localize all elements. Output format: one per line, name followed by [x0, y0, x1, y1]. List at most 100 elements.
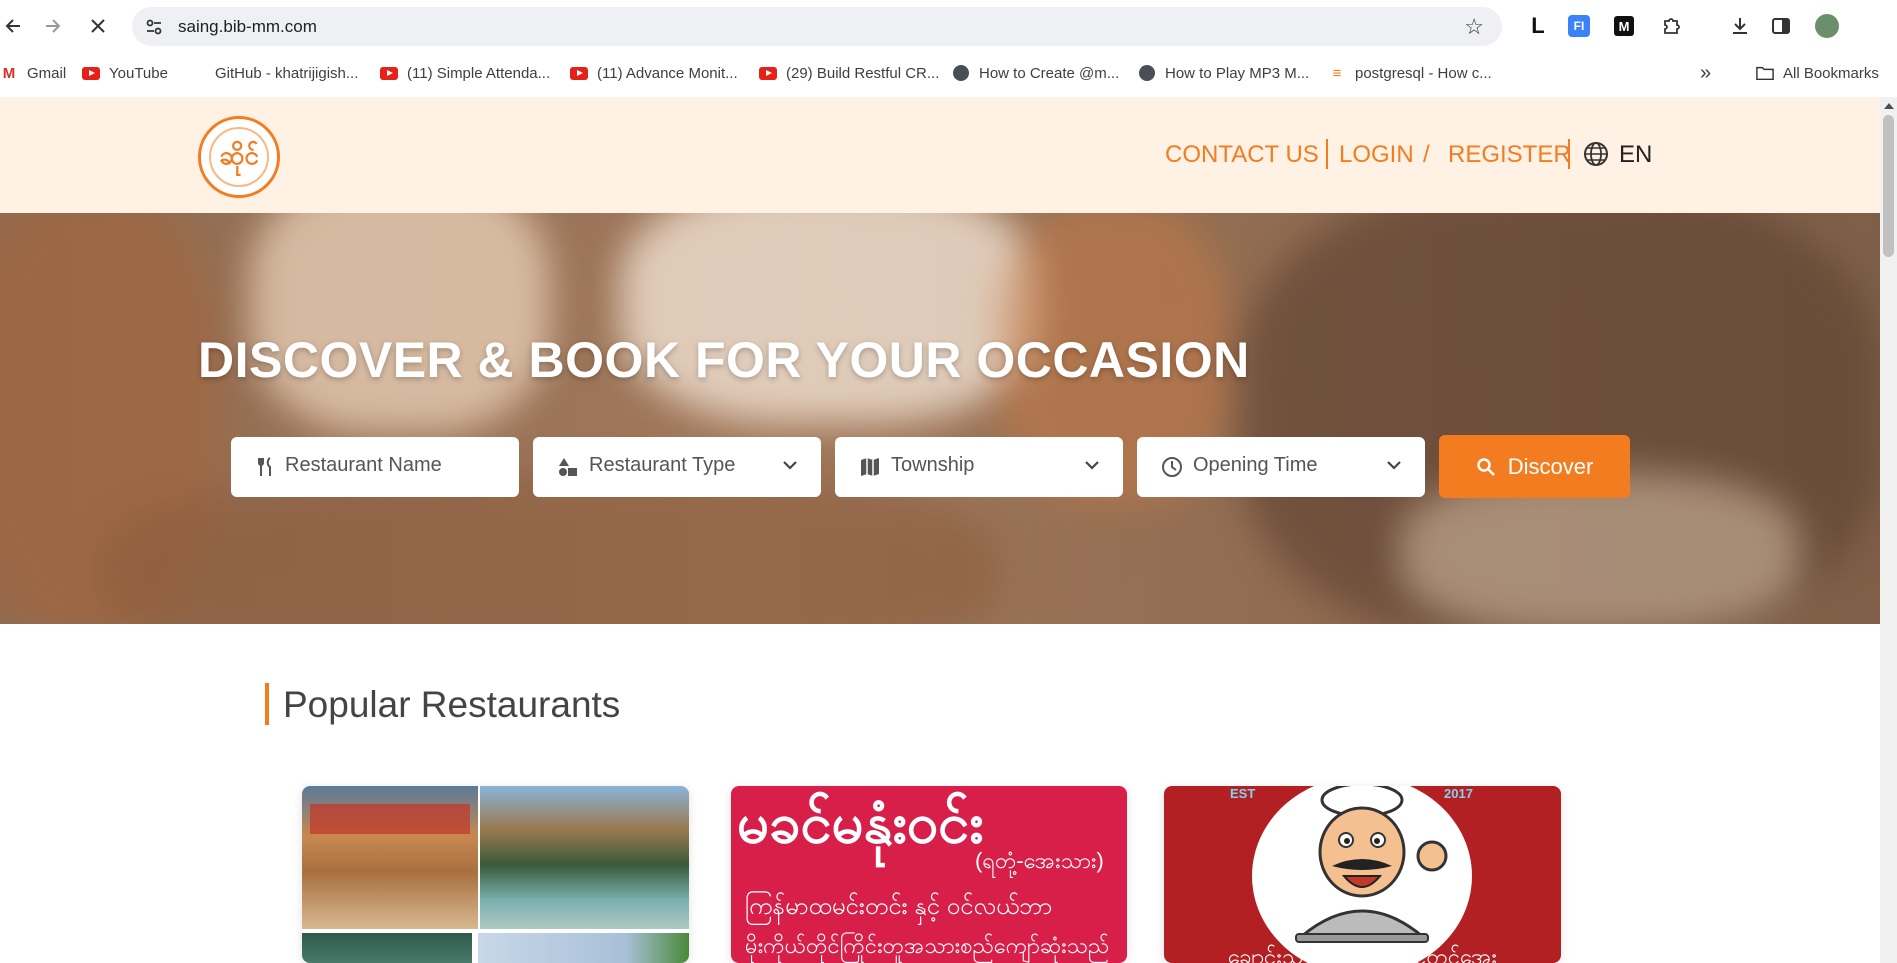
bookmark-advance-monit[interactable]: (11) Advance Monit...	[570, 58, 738, 88]
restaurant-sign-title: မခင်မနုံးဝင်း	[737, 791, 984, 854]
chevron-down-icon	[783, 461, 797, 470]
youtube-icon	[759, 66, 777, 80]
restaurant-card[interactable]: EST 2017 ချောင်းသာကမ်းခြေမတင်တင်အေး	[1164, 786, 1561, 963]
extension-medium-icon[interactable]: M	[1614, 16, 1634, 36]
restaurant-photo	[302, 933, 472, 963]
extensions-puzzle-icon[interactable]	[1659, 13, 1685, 39]
bookmarks-overflow-icon[interactable]: »	[1700, 58, 1711, 88]
hero-background-shape	[250, 213, 550, 433]
restaurant-sign-caption: ချောင်းသာကမ်းခြေမတင်တင်အေး	[1228, 944, 1497, 963]
bookmark-label: (11) Simple Attenda...	[407, 64, 551, 82]
globe-icon	[952, 65, 970, 81]
opening-time-select[interactable]: Opening Time	[1137, 437, 1425, 497]
side-panel-icon[interactable]	[1768, 13, 1794, 39]
restaurant-sign-line: မိုးကိုယ်တိုင်ကြိုင်းတူအသားစည်ကျော်ဆုံးသ…	[745, 933, 1110, 958]
bookmark-youtube[interactable]: YouTube	[82, 58, 168, 88]
opening-time-label: Opening Time	[1193, 454, 1318, 476]
restaurant-name-placeholder: Restaurant Name	[285, 454, 442, 476]
site-logo[interactable]: ဆိုင်	[198, 116, 280, 198]
restaurant-card[interactable]	[302, 786, 689, 963]
globe-icon	[1138, 65, 1156, 81]
clock-icon	[1162, 457, 1182, 477]
site-info-icon[interactable]	[144, 17, 164, 37]
bookmark-label: postgresql - How c...	[1355, 64, 1492, 82]
back-icon[interactable]	[0, 12, 28, 40]
restaurant-photo-detail	[310, 804, 470, 834]
bookmarks-bar: M Gmail YouTube GitHub - khatrijigish... …	[0, 58, 1897, 88]
restaurant-type-label: Restaurant Type	[589, 454, 736, 476]
profile-avatar[interactable]	[1815, 14, 1839, 38]
bookmark-how-to-create[interactable]: How to Create @m...	[952, 58, 1119, 88]
globe-icon[interactable]	[1583, 141, 1609, 167]
restaurant-photo	[480, 786, 689, 929]
township-select[interactable]: Township	[835, 437, 1123, 497]
logo-text: ဆိုင်	[209, 127, 269, 187]
bookmark-label: How to Create @m...	[979, 64, 1120, 82]
bookmark-postgresql[interactable]: ≡ postgresql - How c...	[1328, 58, 1492, 88]
all-bookmarks-button[interactable]: All Bookmarks	[1756, 58, 1879, 88]
restaurant-sign-subtitle: (ရတုံ့-အေးသား)	[975, 848, 1104, 873]
township-label: Township	[891, 454, 975, 476]
stop-loading-icon[interactable]	[84, 12, 112, 40]
stackoverflow-icon: ≡	[1332, 64, 1342, 82]
utensils-icon	[258, 457, 271, 476]
discover-button[interactable]: Discover	[1439, 435, 1630, 498]
contact-us-link[interactable]: CONTACT US	[1165, 139, 1319, 171]
bookmark-star-icon[interactable]: ☆	[1464, 14, 1484, 40]
bookmark-gmail[interactable]: M Gmail	[0, 58, 66, 88]
hero-title: DISCOVER & BOOK FOR YOUR OCCASION	[198, 332, 1250, 388]
chef-mascot-icon	[1295, 786, 1448, 943]
chevron-down-icon	[1387, 461, 1401, 470]
bookmark-label: (11) Advance Monit...	[597, 64, 738, 82]
login-link[interactable]: LOGIN	[1339, 139, 1414, 171]
est-label: EST	[1230, 786, 1256, 801]
search-icon	[1477, 457, 1495, 476]
bookmark-label: Gmail	[27, 64, 67, 82]
bookmark-github[interactable]: GitHub - khatrijigish...	[188, 58, 358, 88]
folder-icon	[1756, 66, 1774, 81]
restaurant-name-input[interactable]: Restaurant Name	[231, 437, 519, 497]
scroll-up-arrow-icon[interactable]	[1884, 103, 1894, 109]
bookmark-label: (29) Build Restful CR...	[786, 64, 940, 82]
bookmark-build-restful[interactable]: (29) Build Restful CR...	[759, 58, 939, 88]
bookmark-label: YouTube	[109, 64, 168, 82]
restaurant-card[interactable]: မခင်မနုံးဝင်း (ရတုံ့-အေးသား) ကြန်မာထမင်း…	[731, 786, 1127, 963]
chevron-down-icon	[1085, 461, 1099, 470]
nav-slash: /	[1423, 141, 1430, 168]
bookmark-how-to-play[interactable]: How to Play MP3 M...	[1138, 58, 1309, 88]
hero-background-shape	[620, 213, 1040, 423]
downloads-icon[interactable]	[1727, 13, 1753, 39]
all-bookmarks-label: All Bookmarks	[1783, 64, 1879, 82]
est-year: 2017	[1444, 786, 1473, 801]
nav-divider	[1568, 139, 1570, 169]
register-link[interactable]: REGISTER	[1448, 139, 1571, 171]
github-icon	[188, 66, 206, 80]
page-scrollbar[interactable]	[1880, 97, 1897, 963]
bookmark-label: GitHub - khatrijigish...	[215, 64, 359, 82]
nav-divider	[1326, 139, 1328, 169]
url-text: saing.bib-mm.com	[178, 17, 317, 36]
shapes-icon	[559, 458, 577, 476]
youtube-icon	[380, 66, 398, 80]
browser-chrome: saing.bib-mm.com ☆ L FI M M Gmail YouTube…	[0, 0, 1897, 97]
youtube-icon	[82, 66, 100, 80]
youtube-icon	[570, 66, 588, 80]
bookmark-simple-attendance[interactable]: (11) Simple Attenda...	[380, 58, 550, 88]
scrollbar-thumb[interactable]	[1883, 115, 1894, 257]
section-title: Popular Restaurants	[283, 684, 621, 725]
restaurant-type-select[interactable]: Restaurant Type	[533, 437, 821, 497]
browser-toolbar: saing.bib-mm.com ☆ L FI M	[0, 0, 1897, 52]
popular-restaurants-section: Popular Restaurants မခင်မနုံးဝင်း (ရတုံ့…	[0, 624, 1880, 963]
address-bar[interactable]: saing.bib-mm.com ☆	[132, 7, 1502, 46]
extension-fi-icon[interactable]: FI	[1568, 15, 1590, 37]
restaurant-sign-line: ကြန်မာထမင်းတင်း နှင့် ဝင်လယ်ဘာ	[745, 893, 1053, 920]
site-header: ဆိုင် CONTACT US LOGIN / REGISTER EN	[0, 97, 1880, 213]
restaurant-photo	[478, 933, 689, 963]
discover-label: Discover	[1507, 453, 1594, 479]
section-accent-bar	[265, 683, 269, 725]
forward-icon[interactable]	[38, 12, 66, 40]
map-icon	[861, 458, 879, 476]
extension-l-icon[interactable]: L	[1525, 13, 1551, 39]
bookmark-label: How to Play MP3 M...	[1165, 64, 1310, 82]
language-selector[interactable]: EN	[1619, 139, 1652, 171]
